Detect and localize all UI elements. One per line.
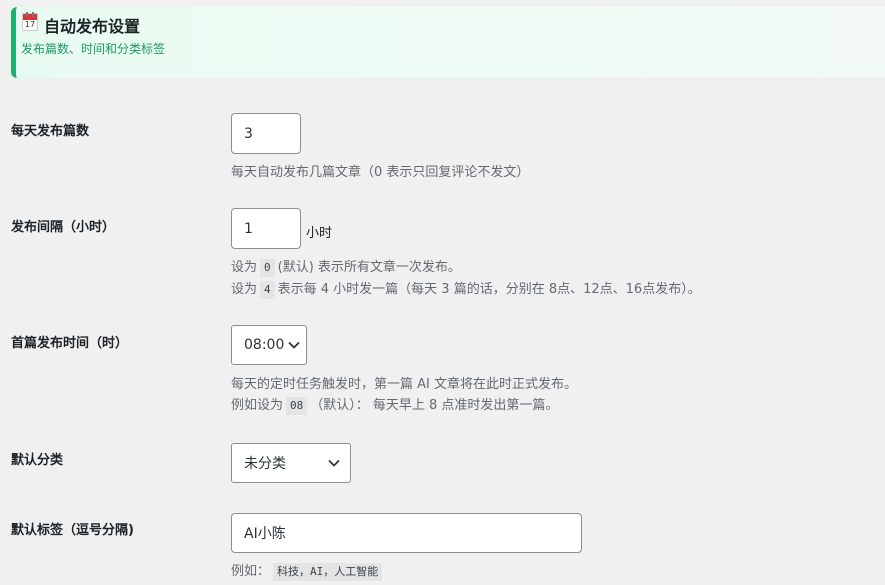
interval-label: 发布间隔（小时）	[11, 220, 116, 235]
code-snippet: 4	[260, 281, 275, 299]
tags-label: 默认标签（逗号分隔)	[11, 523, 134, 538]
posts-per-day-value: 3	[244, 125, 253, 142]
interval-description-1: 设为 0 (默认) 表示所有文章一次发布。	[231, 259, 461, 277]
section-subtitle: 发布篇数、时间和分类标签	[21, 42, 166, 56]
tags-value: AI小陈	[244, 526, 286, 542]
interval-input[interactable]: 1	[231, 208, 301, 249]
category-value: 未分类	[244, 456, 286, 472]
interval-unit: 小时	[306, 226, 333, 241]
tags-input[interactable]: AI小陈	[231, 513, 582, 553]
code-snippet: 08	[286, 397, 308, 415]
chevron-down-icon	[328, 459, 340, 467]
interval-value: 1	[244, 220, 253, 237]
chevron-down-icon	[288, 341, 300, 349]
tags-description: 例如： 科技，AI，人工智能	[231, 560, 385, 581]
interval-description-2: 设为 4 表示每 4 小时发一篇（每天 3 篇的话，分别在 8点、12点、16点发布…	[231, 281, 701, 299]
first-time-value: 08:00	[244, 337, 285, 353]
calendar-day: 17	[24, 20, 36, 29]
category-select[interactable]: 未分类	[231, 443, 351, 483]
posts-per-day-input[interactable]: 3	[231, 113, 301, 154]
category-label: 默认分类	[11, 453, 64, 468]
code-snippet: 科技，AI，人工智能	[273, 563, 383, 581]
first-time-select[interactable]: 08:00	[231, 325, 307, 365]
first-time-description-2: 例如设为 08 （默认）： 每天早上 8 点准时发出第一篇。	[231, 397, 559, 415]
code-snippet: 0	[260, 259, 275, 277]
posts-per-day-label: 每天发布篇数	[11, 124, 90, 139]
calendar-icon: 17	[22, 12, 38, 31]
first-time-description-1: 每天的定时任务触发时，第一篇 AI 文章将在此时正式发布。	[231, 377, 577, 392]
first-time-label: 首篇发布时间（时）	[11, 336, 129, 351]
posts-per-day-description: 每天自动发布几篇文章（0 表示只回复评论不发文）	[231, 165, 530, 180]
section-title: 自动发布设置	[44, 17, 141, 36]
